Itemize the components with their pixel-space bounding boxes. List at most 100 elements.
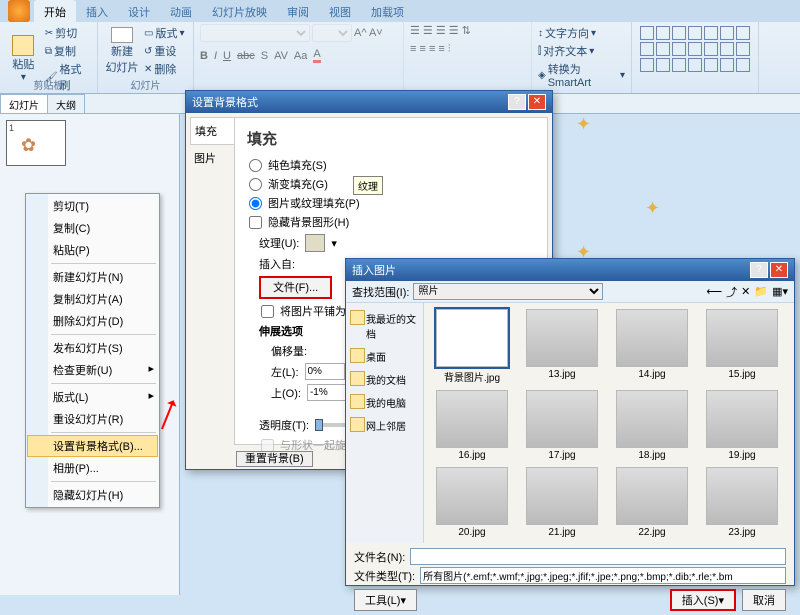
opt-gradient[interactable]: 渐变填充(G) bbox=[247, 176, 535, 192]
up-icon[interactable]: ⤴ bbox=[726, 284, 737, 300]
tab-addins[interactable]: 加载项 bbox=[361, 0, 414, 22]
tooltip-texture: 纹理 bbox=[353, 176, 383, 195]
smartart-button[interactable]: ◈ 转换为 SmartArt▾ bbox=[538, 60, 625, 90]
ctx-item[interactable]: 删除幻灯片(D) bbox=[27, 310, 158, 332]
ctx-item[interactable]: 复制(C) bbox=[27, 217, 158, 239]
ctx-item[interactable]: 新建幻灯片(N) bbox=[27, 266, 158, 288]
ctx-item[interactable]: 相册(P)... bbox=[27, 457, 158, 479]
bgf-title: 设置背景格式 bbox=[192, 94, 258, 110]
file-item[interactable]: 21.jpg bbox=[520, 467, 604, 538]
lookin-label: 查找范围(I): bbox=[352, 284, 409, 300]
font-select[interactable] bbox=[200, 24, 310, 42]
file-item[interactable]: 20.jpg bbox=[430, 467, 514, 538]
tab-review[interactable]: 审阅 bbox=[277, 0, 319, 22]
slide-thumb-1[interactable]: 1 bbox=[6, 120, 66, 166]
top-input[interactable] bbox=[307, 384, 347, 401]
file-button[interactable]: 文件(F)... bbox=[259, 276, 332, 299]
file-item[interactable]: 15.jpg bbox=[700, 309, 784, 384]
clipboard-icon bbox=[12, 35, 34, 56]
tab-design[interactable]: 设计 bbox=[118, 0, 160, 22]
ribbon-body: 粘贴▾ ✂剪切 ⧉复制 🖌格式刷 剪贴板 新建 幻灯片 ▭ 版式▾ ↺ 重设 ✕… bbox=[0, 22, 800, 94]
tab-home[interactable]: 开始 bbox=[34, 0, 76, 22]
file-item[interactable]: 19.jpg bbox=[700, 390, 784, 461]
file-item[interactable]: 16.jpg bbox=[430, 390, 514, 461]
align-text-button[interactable]: ⫿ 对齐文本▾ bbox=[538, 42, 625, 60]
ctx-item[interactable]: 版式(L)▸ bbox=[27, 386, 158, 408]
file-item[interactable]: 18.jpg bbox=[610, 390, 694, 461]
tab-anim[interactable]: 动画 bbox=[160, 0, 202, 22]
place-item[interactable]: 桌面 bbox=[348, 345, 421, 368]
view-icon[interactable]: ▦▾ bbox=[772, 285, 788, 298]
reset-button[interactable]: ↺ 重设 bbox=[144, 42, 184, 60]
ctx-item[interactable]: 发布幻灯片(S) bbox=[27, 337, 158, 359]
newfolder-icon[interactable]: 📁 bbox=[754, 285, 768, 298]
new-slide-label: 新建 幻灯片 bbox=[106, 43, 139, 75]
filetype-select[interactable] bbox=[420, 567, 786, 584]
paste-label: 粘贴 bbox=[12, 56, 34, 72]
opt-hide-bg[interactable]: 隐藏背景图形(H) bbox=[247, 214, 535, 230]
bgf-titlebar[interactable]: 设置背景格式 ?✕ bbox=[186, 91, 552, 113]
cancel-button[interactable]: 取消 bbox=[742, 589, 786, 611]
panel-heading: 填充 bbox=[247, 128, 535, 149]
bgf-tab-fill[interactable]: 填充 bbox=[190, 117, 234, 145]
place-item[interactable]: 我的文档 bbox=[348, 368, 421, 391]
size-select[interactable] bbox=[312, 24, 352, 42]
ctx-item[interactable]: 粘贴(P) bbox=[27, 239, 158, 261]
file-item[interactable]: 背景图片.jpg bbox=[430, 309, 514, 384]
ctx-item[interactable]: 检查更新(U)▸ bbox=[27, 359, 158, 381]
tools-button[interactable]: 工具(L) ▾ bbox=[354, 589, 417, 611]
shapes-gallery[interactable] bbox=[638, 24, 752, 74]
group-clipboard-label: 剪贴板 bbox=[0, 77, 97, 92]
insert-button[interactable]: 插入(S) ▾ bbox=[670, 589, 736, 611]
filename-label: 文件名(N): bbox=[354, 549, 405, 565]
texture-picker[interactable] bbox=[305, 234, 325, 252]
paste-button[interactable]: 粘贴▾ bbox=[6, 35, 41, 83]
text-direction-button[interactable]: ↕ 文字方向▾ bbox=[538, 24, 625, 42]
tab-slideshow[interactable]: 幻灯片放映 bbox=[202, 0, 277, 22]
reset-bg-button[interactable]: 重置背景(B) bbox=[236, 451, 313, 467]
ctx-item[interactable]: 重设幻灯片(R) bbox=[27, 408, 158, 430]
file-grid: 背景图片.jpg13.jpg14.jpg15.jpg 16.jpg17.jpg18… bbox=[430, 309, 788, 538]
file-item[interactable]: 14.jpg bbox=[610, 309, 694, 384]
opt-picture[interactable]: 图片或纹理填充(P) bbox=[247, 195, 535, 211]
ribbon-tabs: 开始 插入 设计 动画 幻灯片放映 审阅 视图 加载项 bbox=[0, 0, 800, 22]
delete-icon[interactable]: ✕ bbox=[741, 285, 750, 298]
help-icon[interactable]: ? bbox=[750, 262, 768, 278]
left-input[interactable] bbox=[305, 363, 345, 380]
help-icon[interactable]: ? bbox=[508, 94, 526, 110]
ctx-item[interactable]: 剪切(T) bbox=[27, 195, 158, 217]
lookin-select[interactable]: 照片 bbox=[413, 283, 603, 300]
back-icon[interactable]: ⟵ bbox=[706, 285, 722, 298]
copy-button[interactable]: ⧉复制 bbox=[45, 42, 91, 60]
office-button[interactable] bbox=[8, 0, 30, 22]
layout-button[interactable]: ▭ 版式▾ bbox=[144, 24, 184, 42]
bgf-tab-picture[interactable]: 图片 bbox=[190, 145, 234, 171]
close-icon[interactable]: ✕ bbox=[528, 94, 546, 110]
close-icon[interactable]: ✕ bbox=[770, 262, 788, 278]
ipd-titlebar[interactable]: 插入图片 ?✕ bbox=[346, 259, 794, 281]
ipd-title: 插入图片 bbox=[352, 262, 396, 278]
offset-label: 偏移量: bbox=[271, 343, 307, 359]
ctx-item[interactable]: 设置背景格式(B)... bbox=[27, 435, 158, 457]
file-item[interactable]: 13.jpg bbox=[520, 309, 604, 384]
file-item[interactable]: 22.jpg bbox=[610, 467, 694, 538]
tab-insert[interactable]: 插入 bbox=[76, 0, 118, 22]
cut-button[interactable]: ✂剪切 bbox=[45, 24, 91, 42]
opt-solid[interactable]: 纯色填充(S) bbox=[247, 157, 535, 173]
new-slide-button[interactable]: 新建 幻灯片 bbox=[104, 27, 140, 75]
file-item[interactable]: 17.jpg bbox=[520, 390, 604, 461]
tab-view[interactable]: 视图 bbox=[319, 0, 361, 22]
place-item[interactable]: 网上邻居 bbox=[348, 414, 421, 437]
slide-icon bbox=[111, 27, 133, 43]
delete-button[interactable]: ✕ 删除 bbox=[144, 60, 184, 78]
sidetab-slides[interactable]: 幻灯片 bbox=[0, 94, 48, 113]
filename-input[interactable] bbox=[410, 548, 786, 565]
sidetab-outline[interactable]: 大纲 bbox=[47, 94, 85, 113]
file-item[interactable]: 23.jpg bbox=[700, 467, 784, 538]
ctx-item[interactable]: 隐藏幻灯片(H) bbox=[27, 484, 158, 506]
top-label: 上(O): bbox=[271, 385, 301, 401]
ctx-item[interactable]: 复制幻灯片(A) bbox=[27, 288, 158, 310]
place-item[interactable]: 我的电脑 bbox=[348, 391, 421, 414]
context-menu: 剪切(T)复制(C)粘贴(P) 新建幻灯片(N)复制幻灯片(A)删除幻灯片(D) 发… bbox=[25, 193, 160, 508]
place-item[interactable]: 我最近的文档 bbox=[348, 307, 421, 345]
